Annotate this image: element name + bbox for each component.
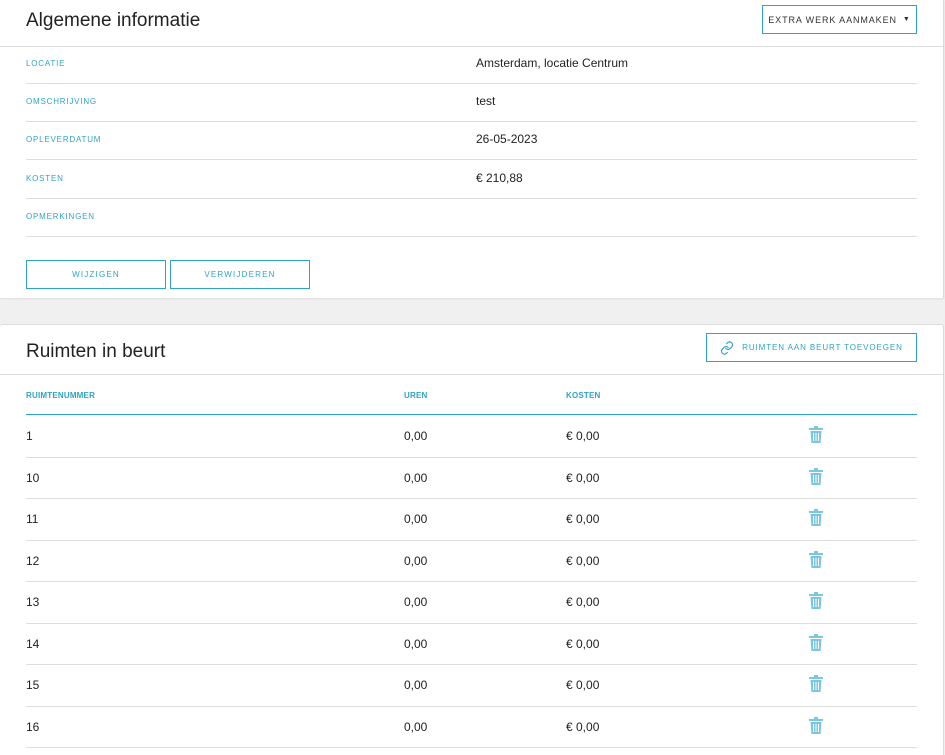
column-header-costs: KOSTEN [566, 391, 601, 400]
info-label: LOCATIE [26, 59, 66, 68]
hours-cell: 0,00 [404, 553, 428, 568]
add-rooms-button-label: RUIMTEN AAN BEURT TOEVOEGEN [742, 343, 903, 352]
table-row: 12 0,00 € 0,00 [26, 541, 917, 582]
table-row: 10 0,00 € 0,00 [26, 458, 917, 499]
hours-cell: 0,00 [404, 595, 428, 609]
add-rooms-button[interactable]: RUIMTEN AAN BEURT TOEVOEGEN [706, 333, 917, 362]
column-header-hours: UREN [404, 391, 428, 400]
room-number-cell: 10 [26, 470, 40, 485]
hours-cell: 0,00 [404, 429, 428, 443]
table-header: RUIMTENUMMER UREN KOSTEN [26, 375, 917, 415]
column-header-room-number: RUIMTENUMMER [26, 391, 96, 400]
info-label: OPLEVERDATUM [26, 135, 102, 144]
table-row: 11 0,00 € 0,00 [26, 499, 917, 541]
trash-icon[interactable] [809, 550, 823, 573]
info-row-remarks: OPMERKINGEN [26, 199, 917, 237]
table-row: 13 0,00 € 0,00 [26, 582, 917, 624]
info-row-location: LOCATIE Amsterdam, locatie Centrum [26, 46, 917, 84]
rooms-header: Ruimten in beurt RUIMTEN AAN BEURT TOEVO… [0, 325, 943, 375]
trash-icon[interactable] [809, 716, 823, 739]
cost-cell: € 0,00 [566, 553, 600, 568]
trash-icon[interactable] [809, 509, 823, 531]
cost-cell: € 0,00 [566, 512, 600, 526]
info-label: OMSCHRIJVING [26, 97, 97, 106]
hours-cell: 0,00 [404, 719, 428, 734]
room-number-cell: 16 [26, 719, 40, 734]
general-info-title: Algemene informatie [26, 10, 201, 31]
rooms-title: Ruimten in beurt [26, 341, 166, 362]
room-number-cell: 1 [26, 429, 33, 443]
hours-cell: 0,00 [404, 470, 428, 485]
table-row: 1 0,00 € 0,00 [26, 416, 917, 458]
cost-cell: € 0,00 [566, 719, 600, 734]
info-row-delivery-date: OPLEVERDATUM 26-05-2023 [26, 122, 917, 160]
table-row: 14 0,00 € 0,00 [26, 624, 917, 665]
cost-cell: € 0,00 [566, 678, 600, 692]
delete-button[interactable]: VERWIJDEREN [170, 260, 310, 289]
extra-work-button-label: EXTRA WERK AANMAKEN [768, 14, 897, 25]
info-label: KOSTEN [26, 174, 64, 183]
info-value: 26-05-2023 [476, 132, 538, 146]
trash-icon[interactable] [809, 467, 823, 490]
room-number-cell: 14 [26, 636, 40, 651]
hours-cell: 0,00 [404, 678, 428, 692]
info-value: € 210,88 [476, 171, 523, 185]
cost-cell: € 0,00 [566, 636, 600, 651]
info-row-description: OMSCHRIJVING test [26, 84, 917, 122]
link-icon [721, 340, 734, 355]
general-info-card: Algemene informatie EXTRA WERK AANMAKEN … [0, 0, 944, 298]
room-number-cell: 13 [26, 595, 40, 609]
room-number-cell: 15 [26, 678, 40, 692]
cost-cell: € 0,00 [566, 429, 600, 443]
trash-icon[interactable] [809, 426, 823, 448]
cost-cell: € 0,00 [566, 470, 600, 485]
edit-button[interactable]: WIJZIGEN [26, 260, 166, 289]
extra-work-dropdown-button[interactable]: EXTRA WERK AANMAKEN ▼ [762, 5, 917, 34]
info-value: test [476, 94, 496, 108]
hours-cell: 0,00 [404, 636, 428, 651]
rooms-card: Ruimten in beurt RUIMTEN AAN BEURT TOEVO… [0, 324, 944, 755]
room-number-cell: 11 [26, 512, 39, 526]
info-value: Amsterdam, locatie Centrum [476, 56, 629, 70]
cost-cell: € 0,00 [566, 595, 600, 609]
info-row-costs: KOSTEN € 210,88 [26, 161, 917, 199]
hours-cell: 0,00 [404, 512, 428, 526]
trash-icon[interactable] [809, 675, 823, 697]
trash-icon[interactable] [809, 592, 823, 614]
info-label: OPMERKINGEN [26, 212, 95, 221]
room-number-cell: 12 [26, 553, 40, 568]
table-row: 15 0,00 € 0,00 [26, 665, 917, 707]
table-row: 16 0,00 € 0,00 [26, 707, 917, 748]
caret-down-icon: ▼ [902, 16, 911, 23]
trash-icon[interactable] [809, 633, 823, 656]
general-info-header: Algemene informatie EXTRA WERK AANMAKEN … [0, 0, 943, 47]
